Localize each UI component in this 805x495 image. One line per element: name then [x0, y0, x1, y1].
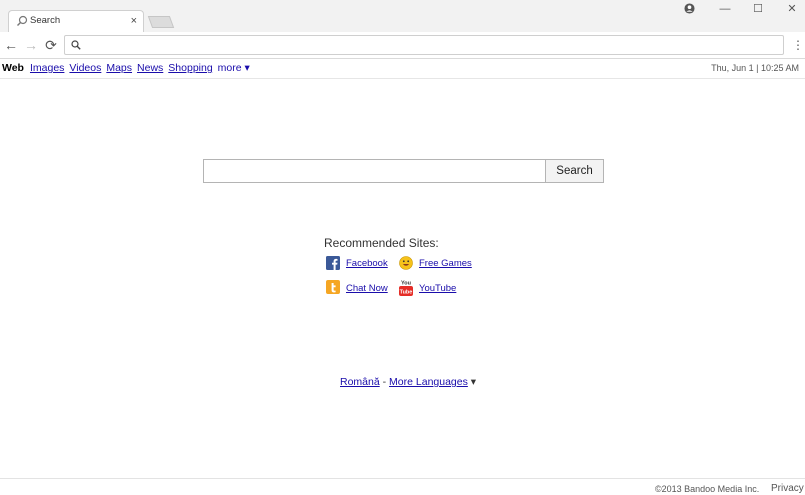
maximize-button[interactable]: ☐	[748, 2, 768, 16]
recommended-title: Recommended Sites:	[324, 236, 439, 250]
site-free-games[interactable]: Free Games	[419, 258, 472, 269]
site-link[interactable]: Free Games	[419, 258, 472, 269]
search-icon	[71, 40, 81, 50]
smiley-icon	[399, 256, 413, 270]
new-tab-button[interactable]	[147, 16, 175, 28]
svg-text:Tube: Tube	[400, 290, 413, 296]
nav-web: Web	[2, 62, 24, 74]
address-input[interactable]	[87, 37, 781, 55]
nav-more[interactable]: more ▾	[218, 62, 250, 74]
browser-toolbar: ← → ⟳ ⋮	[0, 32, 805, 59]
minimize-button[interactable]: —	[715, 2, 735, 16]
reload-button[interactable]: ⟳	[43, 37, 59, 53]
chevron-down-icon: ▾	[470, 376, 477, 388]
nav-news[interactable]: News	[137, 62, 163, 74]
search-nav-links: Web Images Videos Maps News Shopping more ▾	[2, 62, 255, 74]
nav-videos[interactable]: Videos	[69, 62, 101, 74]
footer: ©2013 Bandoo Media Inc. Privacy	[0, 478, 805, 495]
search-nav: Web Images Videos Maps News Shopping more ▾ Th…	[0, 59, 805, 79]
site-link[interactable]: Facebook	[346, 258, 388, 269]
site-link[interactable]: Chat Now	[346, 283, 388, 294]
nav-images[interactable]: Images	[30, 62, 64, 74]
more-languages-link[interactable]: More Languages	[389, 376, 468, 388]
facebook-icon	[326, 256, 340, 270]
tab-title: Search	[30, 15, 61, 26]
site-youtube[interactable]: YouTube	[419, 283, 456, 294]
search-button[interactable]: Search	[545, 159, 604, 183]
language-current[interactable]: Română	[340, 376, 380, 388]
date-time: Thu, Jun 1 | 10:25 AM	[711, 63, 799, 73]
site-link[interactable]: YouTube	[419, 283, 456, 294]
site-facebook[interactable]: Facebook	[346, 258, 388, 269]
address-bar[interactable]	[64, 35, 784, 55]
profile-icon[interactable]	[684, 3, 695, 14]
language-links: Română - More Languages ▾	[340, 376, 476, 388]
copyright: ©2013 Bandoo Media Inc.	[655, 484, 760, 494]
forward-button[interactable]: →	[23, 37, 39, 53]
chat-icon	[326, 280, 340, 294]
search-input[interactable]	[203, 159, 546, 183]
nav-shopping[interactable]: Shopping	[168, 62, 212, 74]
title-bar: Search × — ☐ ✕	[0, 0, 805, 32]
site-chat-now[interactable]: Chat Now	[346, 283, 388, 294]
back-button[interactable]: ←	[3, 37, 19, 53]
nav-maps[interactable]: Maps	[106, 62, 132, 74]
tab-close-icon[interactable]: ×	[131, 14, 137, 28]
youtube-icon: You Tube	[399, 281, 413, 296]
browser-menu-icon[interactable]: ⋮	[792, 38, 804, 52]
privacy-link[interactable]: Privacy	[771, 483, 804, 494]
browser-tab[interactable]: Search ×	[8, 10, 144, 32]
search-icon	[17, 15, 28, 26]
svg-text:You: You	[401, 281, 411, 287]
language-separator: -	[382, 376, 387, 388]
window-close-button[interactable]: ✕	[782, 2, 802, 16]
